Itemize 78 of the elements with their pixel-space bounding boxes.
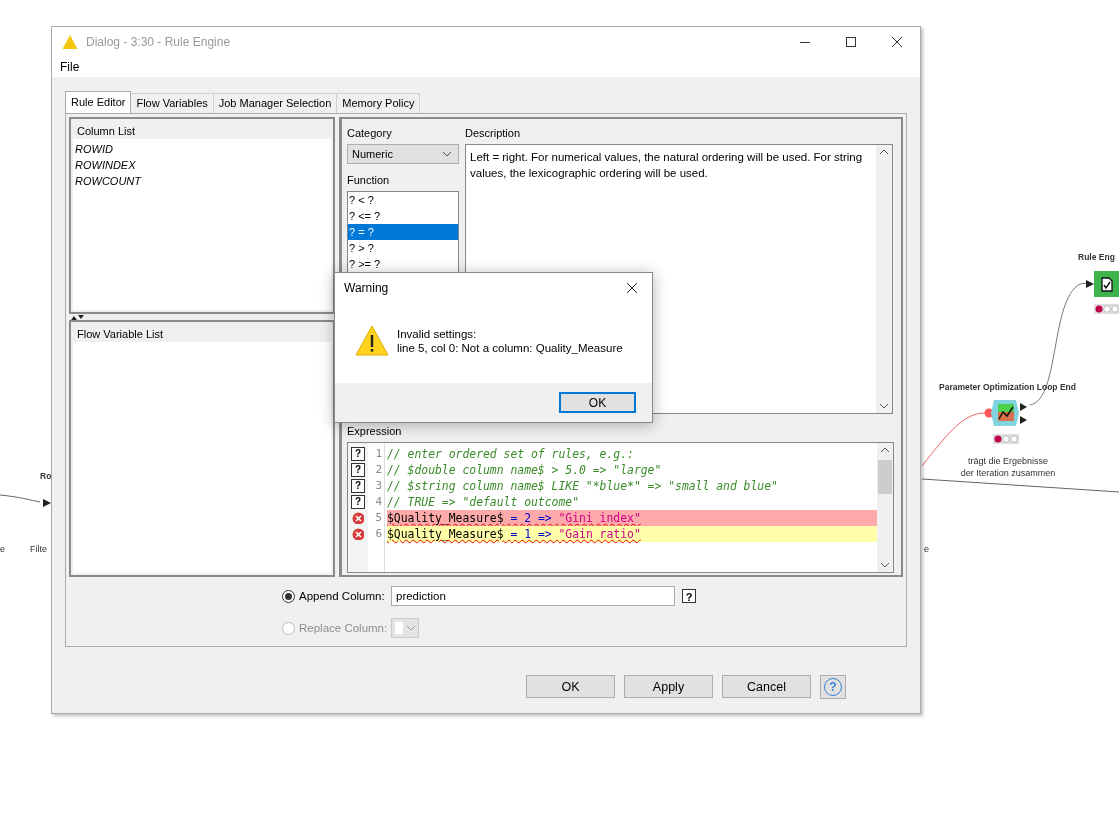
field-label: Description bbox=[465, 126, 522, 140]
connection-line bbox=[921, 412, 986, 467]
node-caption: e bbox=[924, 543, 929, 555]
close-icon bbox=[626, 282, 638, 294]
tab[interactable]: Memory Policy bbox=[336, 93, 421, 113]
code-line: // enter ordered set of rules, e.g.: bbox=[387, 446, 635, 462]
panel-title: Flow Variable List bbox=[76, 327, 164, 342]
field-label: Function bbox=[347, 173, 391, 187]
close-icon bbox=[891, 36, 903, 48]
line-number: 2 bbox=[374, 462, 383, 478]
error-icon bbox=[352, 528, 364, 540]
line-number: 4 bbox=[374, 494, 383, 510]
code-line: // $double column name$ > 5.0 => "large" bbox=[387, 462, 663, 478]
help-marker[interactable]: ? bbox=[351, 447, 365, 461]
help-button[interactable]: ? bbox=[682, 589, 696, 603]
field-label: Category bbox=[347, 126, 393, 140]
column-dropdown[interactable] bbox=[391, 618, 419, 638]
code-line: // $string column name$ LIKE "*blue*" => "small and blue" bbox=[387, 478, 779, 494]
panel-title: Column List bbox=[76, 124, 137, 139]
list-item[interactable]: ? < ? bbox=[348, 192, 458, 208]
warning-icon bbox=[355, 324, 389, 356]
tab[interactable]: Rule Editor bbox=[65, 91, 132, 113]
line-number: 6 bbox=[374, 526, 383, 542]
port-arrow-icon bbox=[43, 499, 51, 507]
help-marker[interactable]: ? bbox=[351, 463, 365, 477]
traffic-light-icon bbox=[1094, 304, 1119, 314]
scroll-up-icon bbox=[880, 447, 890, 453]
document-check-icon bbox=[1094, 271, 1119, 297]
dialog-title: Warning bbox=[344, 281, 389, 295]
dialog-button[interactable]: Cancel bbox=[722, 675, 811, 698]
node-caption: e bbox=[0, 543, 5, 555]
list-item[interactable]: ROWINDEX bbox=[75, 157, 329, 173]
list-item[interactable]: ROWID bbox=[75, 141, 329, 157]
list-item[interactable]: ? >= ? bbox=[348, 256, 458, 272]
scroll-thumb[interactable] bbox=[878, 460, 892, 494]
up-arrow-icon bbox=[71, 314, 77, 320]
description-text: Left = right. For numerical values, the natural ordering will be used. For string values, the lexicographic ordering will be used. bbox=[469, 150, 864, 181]
scroll-up-icon bbox=[879, 149, 889, 155]
node-caption: Filte bbox=[30, 543, 47, 555]
line-number: 3 bbox=[374, 478, 383, 494]
ok-button[interactable]: OK bbox=[559, 392, 636, 413]
loop-end-node-icon[interactable] bbox=[984, 400, 1027, 426]
list-item[interactable]: ? = ? bbox=[348, 224, 458, 240]
port-arrow-icon bbox=[1086, 280, 1094, 288]
category-dropdown[interactable]: Numeric bbox=[347, 144, 459, 164]
dialog-button[interactable]: OK bbox=[526, 675, 615, 698]
radio-button[interactable] bbox=[282, 589, 295, 603]
help-marker[interactable]: ? bbox=[351, 495, 365, 509]
down-arrow-icon bbox=[78, 314, 84, 320]
maximize-icon bbox=[845, 36, 857, 48]
chevron-down-icon bbox=[406, 625, 416, 631]
warning-triangle-icon bbox=[62, 34, 78, 50]
list-item[interactable]: ROWCOUNT bbox=[75, 173, 329, 189]
warning-message: Invalid settings: line 5, col 0: Not a column: Quality_Measure bbox=[397, 327, 623, 355]
window-title: Dialog - 3:30 - Rule Engine bbox=[86, 35, 232, 49]
expression-editor[interactable] bbox=[347, 442, 894, 573]
field-label: Append Column: bbox=[299, 590, 386, 602]
field-label: Expression bbox=[347, 424, 403, 438]
field-label: Replace Column: bbox=[299, 622, 389, 634]
line-number: 5 bbox=[374, 510, 383, 526]
connection-line bbox=[0, 494, 41, 503]
list-item[interactable]: ? > ? bbox=[348, 240, 458, 256]
traffic-light-icon bbox=[993, 434, 1019, 444]
scroll-down-icon bbox=[880, 562, 890, 568]
line-number: 1 bbox=[374, 446, 383, 462]
chevron-down-icon bbox=[442, 151, 452, 157]
dialog-button[interactable]: Apply bbox=[624, 675, 713, 698]
help-marker[interactable]: ? bbox=[351, 479, 365, 493]
error-icon bbox=[352, 512, 364, 524]
column-name-field[interactable]: prediction bbox=[391, 586, 675, 606]
list-item[interactable]: ? <= ? bbox=[348, 208, 458, 224]
node-title: Rule Eng bbox=[1078, 252, 1115, 262]
node-title: Ro bbox=[40, 471, 52, 481]
code-line: // TRUE => "default outcome" bbox=[387, 494, 581, 510]
scroll-down-icon bbox=[879, 403, 889, 409]
node-title: Parameter Optimization Loop End bbox=[939, 382, 1076, 392]
node-caption: trägt die Ergebnisse der Iteration zusammen bbox=[960, 455, 1056, 479]
menu-item[interactable]: File bbox=[52, 60, 88, 74]
